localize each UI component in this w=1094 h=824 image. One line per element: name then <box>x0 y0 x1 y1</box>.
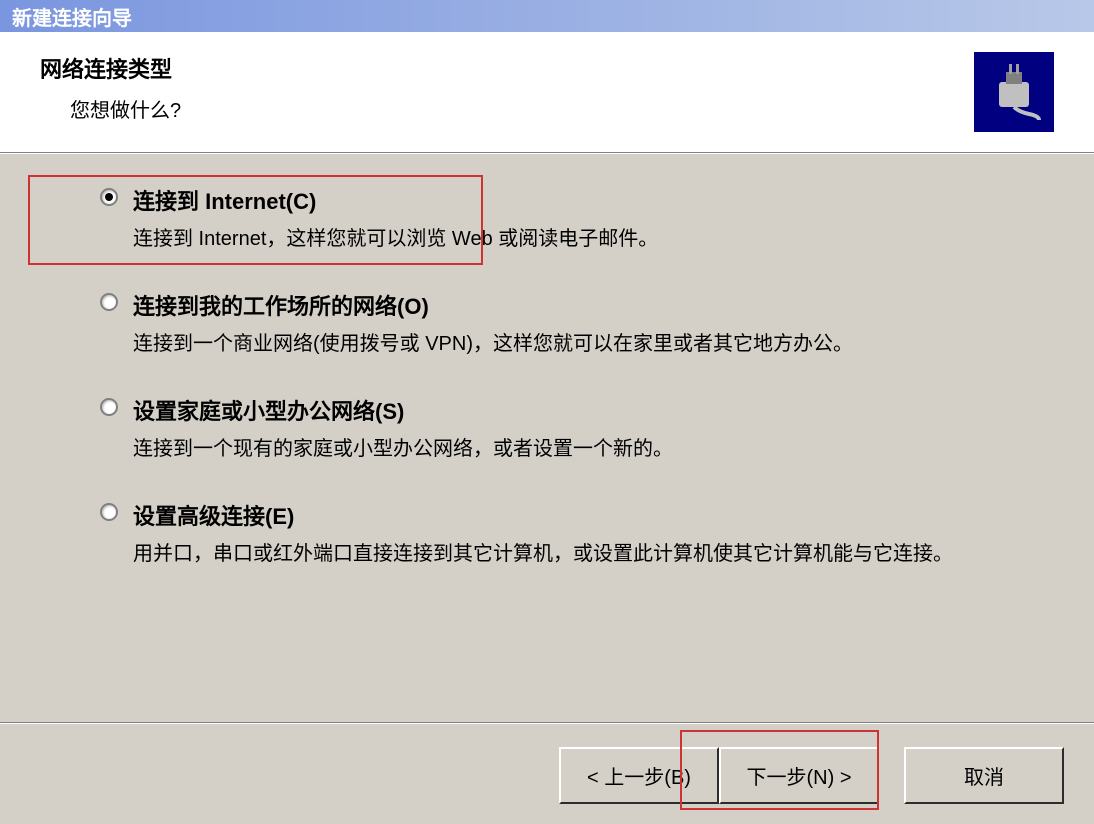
radio-icon[interactable] <box>100 398 118 416</box>
footer-divider <box>0 722 1094 724</box>
titlebar-text: 新建连接向导 <box>12 2 132 31</box>
option-home-network[interactable]: 设置家庭或小型办公网络(S) 连接到一个现有的家庭或小型办公网络，或者设置一个新… <box>100 394 1034 464</box>
titlebar: 新建连接向导 <box>0 0 1094 32</box>
header-title: 网络连接类型 <box>40 52 181 84</box>
footer-buttons: < 上一步(B) 下一步(N) > 取消 <box>559 747 1064 804</box>
option-label: 设置家庭或小型办公网络(S) <box>133 394 1034 426</box>
header-subtitle: 您想做什么? <box>70 94 181 123</box>
header-text-block: 网络连接类型 您想做什么? <box>40 52 181 123</box>
wizard-header: 网络连接类型 您想做什么? <box>0 32 1094 153</box>
back-button[interactable]: < 上一步(B) <box>559 747 719 804</box>
option-description: 连接到 Internet，这样您就可以浏览 Web 或阅读电子邮件。 <box>133 224 1034 254</box>
radio-icon[interactable] <box>100 503 118 521</box>
option-text-block: 连接到 Internet(C) 连接到 Internet，这样您就可以浏览 We… <box>133 184 1034 254</box>
option-connect-internet[interactable]: 连接到 Internet(C) 连接到 Internet，这样您就可以浏览 We… <box>100 184 1034 254</box>
option-description: 用并口，串口或红外端口直接连接到其它计算机，或设置此计算机使其它计算机能与它连接… <box>133 539 1034 569</box>
network-plug-icon <box>974 52 1054 132</box>
option-text-block: 设置高级连接(E) 用并口，串口或红外端口直接连接到其它计算机，或设置此计算机使… <box>133 499 1034 569</box>
option-label: 连接到 Internet(C) <box>133 184 1034 216</box>
option-label: 连接到我的工作场所的网络(O) <box>133 289 1034 321</box>
options-panel: 连接到 Internet(C) 连接到 Internet，这样您就可以浏览 We… <box>0 153 1094 634</box>
option-text-block: 设置家庭或小型办公网络(S) 连接到一个现有的家庭或小型办公网络，或者设置一个新… <box>133 394 1034 464</box>
option-workplace-network[interactable]: 连接到我的工作场所的网络(O) 连接到一个商业网络(使用拨号或 VPN)，这样您… <box>100 289 1034 359</box>
option-description: 连接到一个商业网络(使用拨号或 VPN)，这样您就可以在家里或者其它地方办公。 <box>133 329 1034 359</box>
option-advanced-connection[interactable]: 设置高级连接(E) 用并口，串口或红外端口直接连接到其它计算机，或设置此计算机使… <box>100 499 1034 569</box>
cancel-button[interactable]: 取消 <box>904 747 1064 804</box>
radio-icon[interactable] <box>100 293 118 311</box>
next-button[interactable]: 下一步(N) > <box>719 747 879 804</box>
option-label: 设置高级连接(E) <box>133 499 1034 531</box>
option-description: 连接到一个现有的家庭或小型办公网络，或者设置一个新的。 <box>133 434 1034 464</box>
option-text-block: 连接到我的工作场所的网络(O) 连接到一个商业网络(使用拨号或 VPN)，这样您… <box>133 289 1034 359</box>
radio-icon[interactable] <box>100 188 118 206</box>
